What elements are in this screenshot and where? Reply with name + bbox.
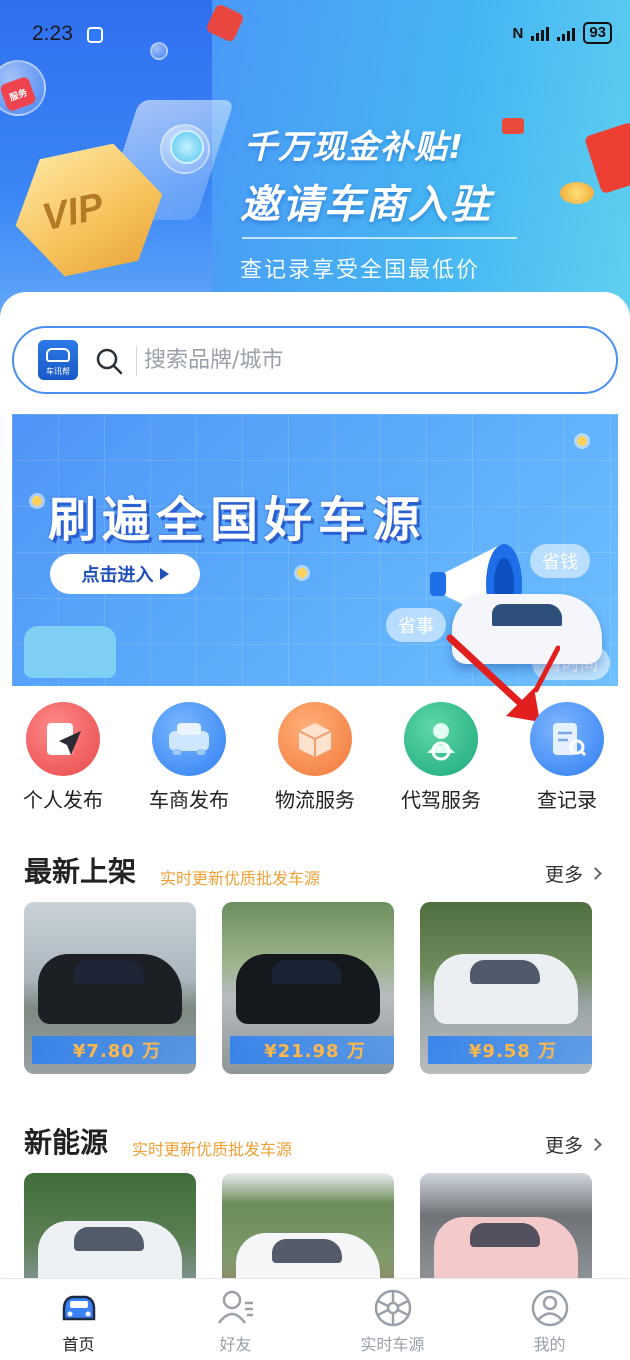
dealer-publish-icon — [152, 702, 226, 776]
bubble-decoration — [150, 42, 168, 60]
red-packet-icon — [583, 121, 630, 195]
bottom-tab-bar: 首页 好友 实时车源 我的 — [0, 1278, 630, 1360]
car-price: ¥7.80 万 — [32, 1036, 196, 1064]
car-price: ¥9.58 万 — [428, 1036, 592, 1064]
status-time: 2:23 — [32, 22, 73, 45]
tab-label: 好友 — [219, 1335, 252, 1354]
car-card[interactable]: ¥7.80 万 — [24, 902, 196, 1074]
car-card[interactable]: ¥9.58 万 — [420, 902, 592, 1074]
service-label: 代驾服务 — [401, 788, 481, 812]
service-logistics[interactable]: 物流服务 — [252, 700, 378, 815]
signal-icon — [531, 25, 550, 41]
latest-more-link[interactable]: 更多 — [544, 860, 602, 887]
new-energy-section-subtitle: 实时更新优质批发车源 — [132, 1140, 293, 1159]
wheel-icon — [374, 1289, 412, 1327]
friends-icon — [217, 1290, 253, 1324]
chevron-right-icon — [589, 867, 602, 880]
service-driver[interactable]: 代驾服务 — [378, 700, 504, 815]
service-tag-label: 服务 — [8, 87, 29, 104]
toy-car-image — [24, 626, 116, 678]
tab-label: 我的 — [533, 1335, 566, 1354]
latest-section-subtitle: 实时更新优质批发车源 — [160, 869, 321, 888]
hero-divider — [242, 237, 517, 239]
status-icons: N 93 — [512, 22, 612, 44]
service-dealer-publish[interactable]: 车商发布 — [126, 700, 252, 815]
hero-banner[interactable]: 服务 VIP 2:23 N 93 千万现金补贴! 邀请车商入驻 查记录享受全国最… — [0, 0, 630, 320]
car-card[interactable]: ¥21.98 万 — [222, 902, 394, 1074]
enter-button[interactable]: 点击进入 — [50, 554, 200, 594]
play-arrow-icon — [159, 568, 169, 580]
service-grid: 个人发布 车商发布 物流服务 代驾服务 查记录 — [0, 700, 630, 815]
search-bar[interactable]: 车讯帮 — [12, 326, 618, 394]
search-input[interactable] — [144, 342, 544, 378]
hero-headline-2: 邀请车商入驻 — [240, 182, 492, 228]
crown-icon — [170, 130, 204, 164]
banner-title: 刷遍全国好车源 — [48, 492, 427, 548]
signal-icon — [557, 25, 576, 41]
new-energy-more-link[interactable]: 更多 — [544, 1131, 602, 1158]
notification-dot-icon — [87, 27, 103, 43]
new-energy-section-title: 新能源 — [24, 1126, 109, 1159]
check-records-icon — [530, 702, 604, 776]
app-logo-icon: 车讯帮 — [38, 340, 78, 380]
search-icon — [96, 348, 123, 375]
service-label: 车商发布 — [149, 788, 229, 812]
tab-realtime-cars[interactable]: 实时车源 — [314, 1279, 471, 1360]
service-personal-publish[interactable]: 个人发布 — [0, 700, 126, 815]
latest-section-title: 最新上架 — [24, 855, 137, 888]
car-price: ¥21.98 万 — [230, 1036, 394, 1064]
driver-service-icon — [404, 702, 478, 776]
tab-label: 首页 — [62, 1335, 95, 1354]
service-label: 查记录 — [537, 788, 597, 812]
car-image — [434, 954, 578, 1024]
service-label: 物流服务 — [275, 788, 355, 812]
vip-label: VIP — [38, 185, 108, 240]
vip-panel[interactable]: 服务 VIP — [0, 0, 235, 320]
tab-label: 实时车源 — [360, 1335, 425, 1354]
enter-button-label: 点击进入 — [81, 565, 154, 586]
search-divider — [136, 346, 137, 376]
car-image — [236, 954, 380, 1024]
service-check-records[interactable]: 查记录 — [504, 700, 630, 815]
hero-headline-1: 千万现金补贴! — [244, 127, 465, 166]
hero-subline: 查记录享受全国最低价 — [240, 258, 481, 283]
personal-publish-icon — [26, 702, 100, 776]
location-pin-icon — [297, 568, 307, 578]
tab-profile[interactable]: 我的 — [471, 1279, 628, 1360]
tab-friends[interactable]: 好友 — [157, 1279, 314, 1360]
car-image — [434, 1217, 578, 1287]
chevron-right-icon — [589, 1138, 602, 1151]
app-logo-label: 车讯帮 — [46, 367, 70, 376]
nfc-icon: N — [512, 24, 524, 42]
car-home-icon — [62, 1295, 96, 1321]
logistics-icon — [278, 702, 352, 776]
service-label: 个人发布 — [23, 788, 103, 812]
battery-indicator: 93 — [583, 22, 612, 44]
car-image — [38, 954, 182, 1024]
more-label: 更多 — [544, 864, 583, 886]
profile-icon — [531, 1289, 569, 1327]
coin-icon — [560, 182, 594, 204]
more-label: 更多 — [544, 1135, 583, 1157]
location-pin-icon — [577, 436, 587, 446]
tab-home[interactable]: 首页 — [0, 1279, 157, 1360]
location-pin-icon — [32, 496, 42, 506]
coin-icon — [502, 118, 524, 134]
